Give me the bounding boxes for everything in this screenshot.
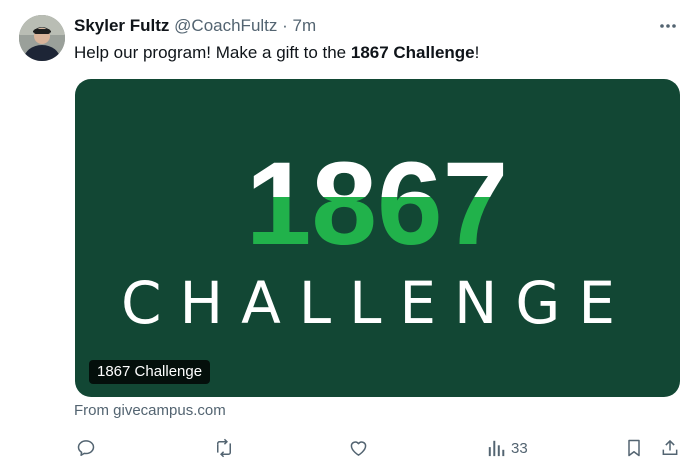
bookmark-button[interactable] [625,434,643,462]
tweet-text-bold: 1867 Challenge [350,43,475,62]
share-icon [662,439,678,455]
card-image: 1867 1867 CHALLENGE [121,138,633,337]
like-icon [350,441,367,456]
more-options-button[interactable] [654,14,682,38]
action-bar: 33 [0,434,700,462]
avatar-image [19,15,65,61]
reply-button[interactable] [76,434,96,462]
retweet-icon [217,438,231,458]
timestamp[interactable]: 7m [293,16,317,35]
tweet-text: Help our program! Make a gift to the 186… [74,41,479,65]
avatar[interactable] [19,15,65,61]
separator-dot: · [282,16,288,35]
author-handle[interactable]: @CoachFultz [174,16,277,35]
views-count: 33 [511,439,528,457]
more-icon [660,24,676,28]
tweet-header: Skyler Fultz @CoachFultz · 7m [74,14,316,38]
card-source[interactable]: From givecampus.com [74,402,226,419]
views-icon [488,440,505,457]
retweet-button[interactable] [213,434,235,462]
tweet-text-part: Help our program! Make a gift to the [74,43,351,62]
author-name[interactable]: Skyler Fultz [74,16,169,35]
views-button[interactable]: 33 [487,434,528,462]
logo-word: CHALLENGE [121,269,633,337]
reply-icon [77,440,95,456]
like-button[interactable] [348,434,369,462]
card-caption: 1867 Challenge [89,360,211,384]
tweet-text-end: ! [474,43,480,62]
share-button[interactable] [660,434,680,462]
bookmark-icon [628,439,640,457]
link-card[interactable]: 1867 1867 CHALLENGE 1867 Challenge [75,79,680,397]
